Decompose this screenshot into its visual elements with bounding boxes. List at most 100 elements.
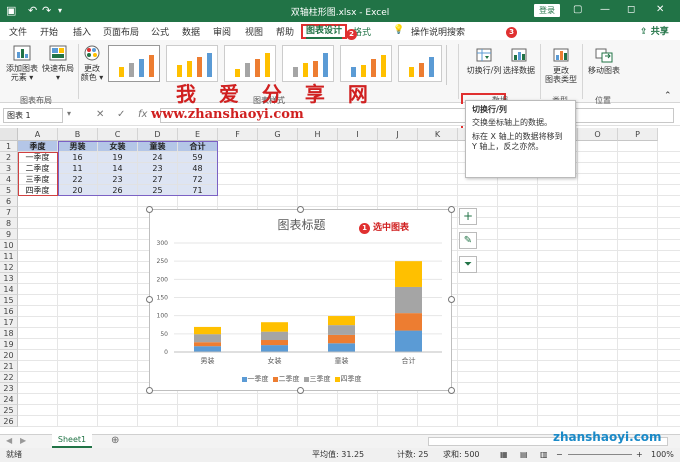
bar-一季度-童装[interactable] (328, 343, 355, 352)
row-header-3[interactable]: 3 (0, 163, 18, 174)
row-header-24[interactable]: 24 (0, 394, 18, 405)
name-box-dropdown-icon[interactable]: ▾ (67, 109, 71, 118)
table-cell[interactable]: 11 (58, 163, 98, 174)
table-cell[interactable]: 四季度 (18, 185, 58, 196)
chart-style-1[interactable] (108, 45, 160, 82)
legend-item[interactable]: 一季度 (241, 374, 269, 384)
row-header-18[interactable]: 18 (0, 328, 18, 339)
row-header-12[interactable]: 12 (0, 262, 18, 273)
row-header-20[interactable]: 20 (0, 350, 18, 361)
row-header-5[interactable]: 5 (0, 185, 18, 196)
add-chart-element-button[interactable]: 添加图表 元素 ▾ (4, 44, 40, 82)
tab-review[interactable]: 审阅 (213, 25, 231, 38)
row-header-19[interactable]: 19 (0, 339, 18, 350)
zoom-level[interactable]: 100% (651, 448, 674, 462)
select-all-corner[interactable] (0, 128, 18, 141)
tab-chart-design[interactable]: 图表设计 (301, 24, 348, 39)
tab-view[interactable]: 视图 (245, 25, 263, 38)
chart-handle-bl[interactable] (146, 387, 153, 394)
row-header-7[interactable]: 7 (0, 207, 18, 218)
row-header-16[interactable]: 16 (0, 306, 18, 317)
row-header-26[interactable]: 26 (0, 416, 18, 427)
column-header-e[interactable]: E (178, 128, 218, 141)
legend-item[interactable]: 三季度 (303, 374, 331, 384)
row-header-11[interactable]: 11 (0, 251, 18, 262)
bar-四季度-女装[interactable] (261, 322, 288, 332)
bar-一季度-女装[interactable] (261, 345, 288, 352)
tell-me-search[interactable]: 操作说明搜索 (411, 25, 465, 38)
tab-page-layout[interactable]: 页面布局 (103, 25, 139, 38)
table-header-cell[interactable]: 男装 (58, 141, 98, 152)
legend-item[interactable]: 二季度 (272, 374, 300, 384)
table-cell[interactable]: 22 (58, 174, 98, 185)
table-cell[interactable]: 23 (98, 174, 138, 185)
chart-style-6[interactable] (398, 45, 442, 82)
change-chart-type-button[interactable]: 更改 图表类型 (543, 46, 579, 84)
table-cell[interactable]: 19 (98, 152, 138, 163)
enter-icon[interactable]: ✓ (117, 109, 125, 120)
bar-二季度-男装[interactable] (194, 342, 221, 347)
column-header-o[interactable]: O (578, 128, 618, 141)
chart-style-5[interactable] (340, 45, 392, 82)
table-cell[interactable]: 24 (138, 152, 178, 163)
chart-style-4[interactable] (282, 45, 334, 82)
normal-view-icon[interactable]: ▦ (500, 448, 508, 462)
column-header-i[interactable]: I (338, 128, 378, 141)
column-header-j[interactable]: J (378, 128, 418, 141)
page-break-view-icon[interactable]: ▥ (540, 448, 548, 462)
row-header-21[interactable]: 21 (0, 361, 18, 372)
legend-item[interactable]: 四季度 (334, 374, 362, 384)
bar-四季度-合计[interactable] (395, 261, 422, 287)
name-box[interactable]: 图表 1 (3, 108, 63, 123)
bar-三季度-童装[interactable] (328, 325, 355, 335)
chart-handle-b[interactable] (297, 387, 304, 394)
table-cell[interactable]: 20 (58, 185, 98, 196)
table-cell[interactable]: 三季度 (18, 174, 58, 185)
maximize-icon[interactable]: ◻ (627, 4, 635, 15)
bar-三季度-合计[interactable] (395, 286, 422, 314)
share-button[interactable]: ⇪ 共享 (640, 24, 669, 37)
chart-handle-r[interactable] (448, 296, 455, 303)
add-sheet-icon[interactable]: ⊕ (111, 435, 119, 446)
column-header-b[interactable]: B (58, 128, 98, 141)
chart-handle-tl[interactable] (146, 206, 153, 213)
zoom-out-icon[interactable]: − (556, 448, 563, 462)
table-header-cell[interactable]: 童装 (138, 141, 178, 152)
chart-handle-tr[interactable] (448, 206, 455, 213)
bar-一季度-男装[interactable] (194, 346, 221, 352)
table-cell[interactable]: 14 (98, 163, 138, 174)
bar-三季度-男装[interactable] (194, 334, 221, 343)
table-cell[interactable]: 25 (138, 185, 178, 196)
chart-styles-brush-icon[interactable]: ✎ (459, 232, 477, 249)
chart-style-2[interactable] (166, 45, 218, 82)
column-header-d[interactable]: D (138, 128, 178, 141)
chart-handle-l[interactable] (146, 296, 153, 303)
zoom-in-icon[interactable]: + (636, 448, 643, 462)
row-header-13[interactable]: 13 (0, 273, 18, 284)
ribbon-display-icon[interactable]: ▢ (573, 4, 582, 15)
chart-handle-t[interactable] (297, 206, 304, 213)
chart-elements-plus-icon[interactable]: + (459, 208, 477, 225)
chart-object[interactable]: 图表标题 1 选中图表 0 50 100 150 200 250 300 男装 女装 童装 合计 一季… (149, 209, 452, 391)
table-cell[interactable]: 16 (58, 152, 98, 163)
row-header-9[interactable]: 9 (0, 229, 18, 240)
row-header-4[interactable]: 4 (0, 174, 18, 185)
table-header-cell[interactable]: 女装 (98, 141, 138, 152)
zoom-slider[interactable] (568, 454, 632, 455)
table-cell[interactable]: 72 (178, 174, 218, 185)
table-cell[interactable]: 一季度 (18, 152, 58, 163)
tab-help[interactable]: 帮助 (276, 25, 294, 38)
bar-四季度-童装[interactable] (328, 316, 355, 326)
tab-file[interactable]: 文件 (9, 25, 27, 38)
bar-二季度-女装[interactable] (261, 340, 288, 346)
styles-scroll[interactable] (446, 45, 456, 85)
column-header-h[interactable]: H (298, 128, 338, 141)
chart-plot[interactable]: 0 50 100 150 200 250 300 男装 女装 童装 合计 (150, 210, 453, 392)
change-colors-button[interactable]: 更改 颜色 ▾ (80, 44, 104, 82)
row-header-10[interactable]: 10 (0, 240, 18, 251)
tab-insert[interactable]: 插入 (73, 25, 91, 38)
row-header-17[interactable]: 17 (0, 317, 18, 328)
minimize-icon[interactable]: — (600, 4, 610, 15)
chart-handle-br[interactable] (448, 387, 455, 394)
collapse-ribbon-icon[interactable]: ⌃ (664, 92, 672, 101)
